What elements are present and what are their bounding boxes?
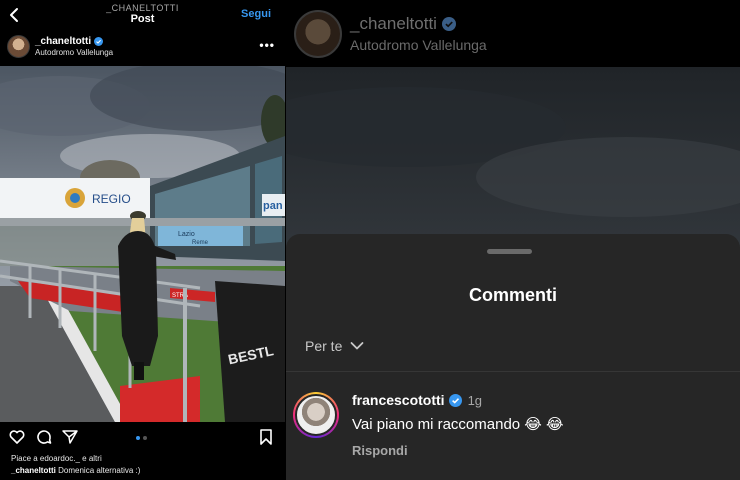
author-avatar[interactable] [7,35,30,58]
comments-sheet: Commenti Per te francescototti 1g Vai pi… [286,234,740,480]
comments-filter-dropdown[interactable]: Per te [305,338,364,354]
post-photo[interactable]: Lazio Reme pan REGIO BESTL STRA [0,66,285,422]
bookmark-icon[interactable] [257,428,275,446]
caption-username[interactable]: _chaneltotti [11,466,56,475]
post-header: _chaneltotti Autodromo Vallelunga ••• [0,33,285,63]
divider [286,371,740,372]
author-name-row[interactable]: _chaneltotti [35,36,104,47]
comments-title: Commenti [468,285,557,305]
comments-panel: _chaneltotti Autodromo Vallelunga Commen… [286,0,740,480]
carousel-dot [143,436,147,440]
commenter-username[interactable]: francescototti [352,392,445,408]
sign-lazio: Lazio [178,231,195,238]
sign-roma: Reme [192,240,209,246]
post-topbar: _CHANELTOTTI Post Segui [0,0,285,30]
dimmed-author-username: _chaneltotti [350,14,437,33]
share-icon[interactable] [61,428,79,446]
carousel-indicator [136,436,147,440]
heart-icon[interactable] [8,428,26,446]
comment-icon[interactable] [35,428,53,446]
filter-label[interactable]: Per te [305,338,342,354]
commenter-row: francescototti 1g [352,392,482,408]
comment-text: Vai piano mi raccomando 😂 😂 [352,416,564,433]
reply-button[interactable]: Rispondi [352,443,408,458]
more-options-button[interactable]: ••• [259,38,275,52]
author-location[interactable]: Autodromo Vallelunga [35,48,113,57]
verified-badge-icon [441,17,456,31]
post-caption: _chaneltotti Domenica alternativa :) [11,466,140,475]
chevron-down-icon[interactable] [350,341,364,351]
dimmed-author-name-row: _chaneltotti [350,14,456,34]
post-actions [0,428,285,448]
likes-text[interactable]: Piace a edoardoc._ e altri [11,454,102,463]
post-panel: _CHANELTOTTI Post Segui _chaneltotti Aut… [0,0,285,480]
verified-badge-icon [94,37,104,46]
author-username[interactable]: _chaneltotti [35,36,91,47]
commenter-avatar[interactable] [293,392,339,438]
carousel-dot-active [136,436,140,440]
dimmed-post-header: _chaneltotti Autodromo Vallelunga [286,0,740,67]
sign-regione: REGIO [92,192,131,206]
comment-item: francescototti 1g Vai piano mi raccomand… [286,384,740,474]
sheet-drag-handle[interactable] [487,249,532,254]
comment-time: 1g [467,392,483,408]
dimmed-author-avatar [294,10,342,58]
dimmed-author-location: Autodromo Vallelunga [350,37,487,53]
verified-badge-icon [448,393,462,407]
follow-button[interactable]: Segui [241,8,271,20]
sign-partial: pan [263,200,283,212]
commenter-avatar-image [295,394,337,436]
caption-text: Domenica alternativa :) [58,466,141,475]
